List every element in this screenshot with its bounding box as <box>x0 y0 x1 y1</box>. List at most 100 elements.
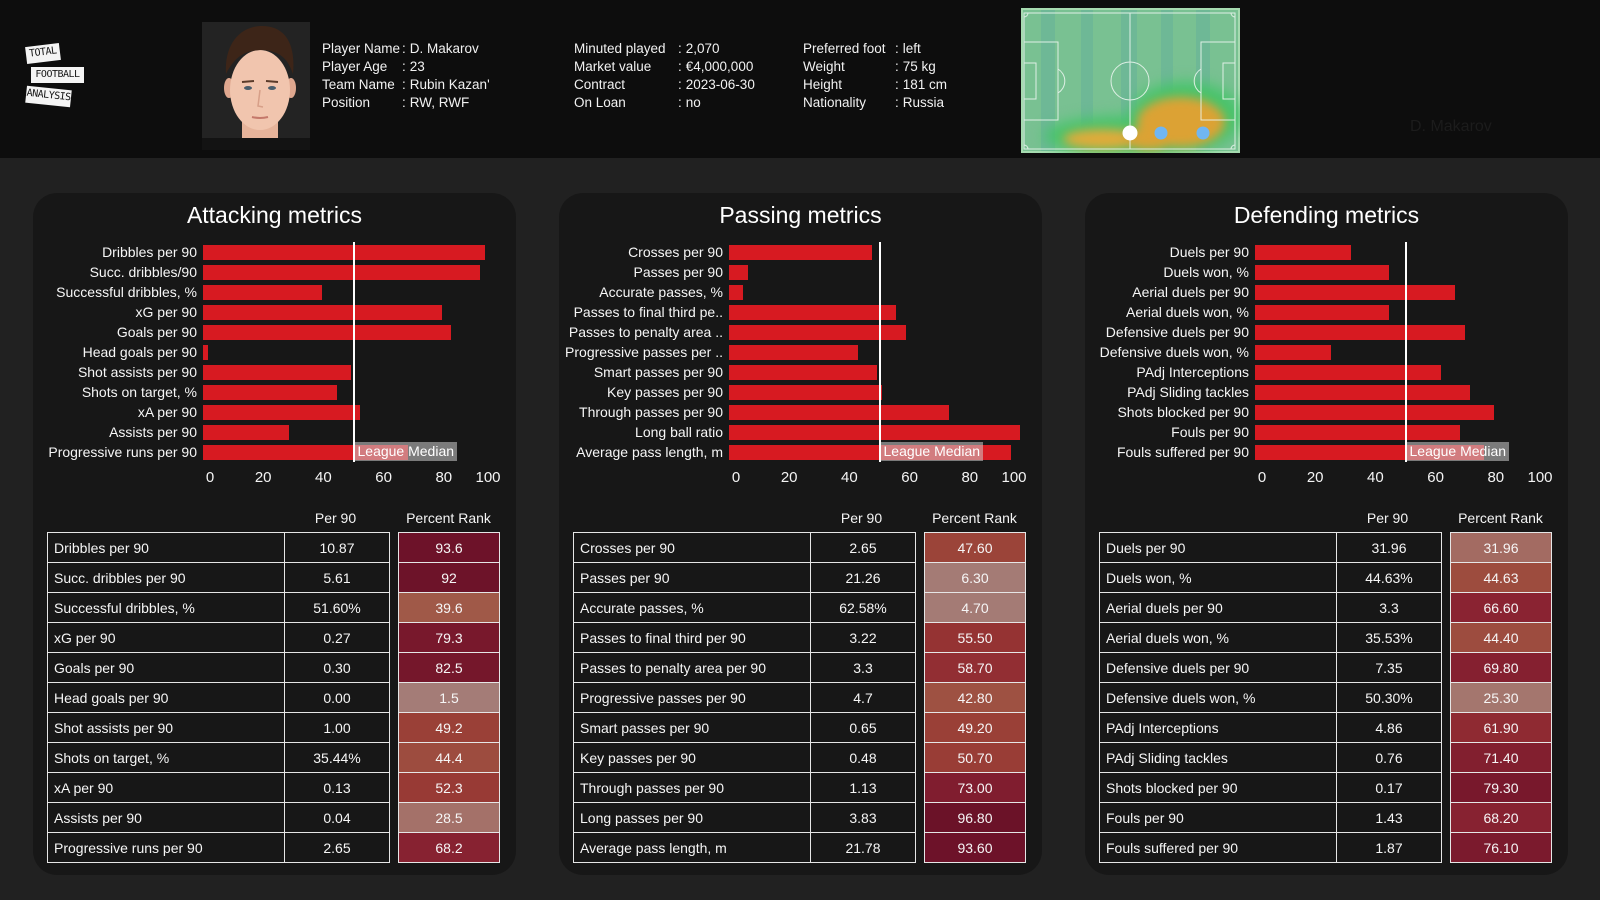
info-column: Minuted played:2,070 Market value: €4,000,… <box>574 40 755 112</box>
info-label: Contract <box>574 77 626 92</box>
metric-name-cell: Aerial duels per 90 <box>1099 592 1337 623</box>
rank-row: 49.20 <box>924 712 1026 743</box>
bar <box>1255 365 1442 380</box>
rank-row: 44.63 <box>1450 562 1552 593</box>
metric-name-cell: Head goals per 90 <box>47 682 285 713</box>
bar-label: Succ. dribbles/90 <box>89 264 197 280</box>
info-row: Preferred foot: left <box>803 40 947 58</box>
info-row: Weight:75 kg <box>803 58 947 76</box>
bar-label: Duels won, % <box>1163 264 1249 280</box>
per90-column-header: Per 90 <box>314 510 357 526</box>
percent-rank-cell: 82.5 <box>398 652 500 683</box>
per90-value-cell: 4.7 <box>810 682 916 713</box>
bar <box>203 325 452 340</box>
per90-column-header: Per 90 <box>1366 510 1409 526</box>
info-label: Minuted played <box>574 41 666 56</box>
table-row: Passes to final third per 90 3.22 <box>573 622 916 653</box>
rank-row: 44.40 <box>1450 622 1552 653</box>
bar <box>729 305 897 320</box>
bar <box>729 265 748 280</box>
bar-label: Progressive runs per 90 <box>48 444 197 460</box>
info-label: Preferred foot <box>803 41 886 56</box>
rank-row: 69.80 <box>1450 652 1552 683</box>
metric-name-cell: Shot assists per 90 <box>47 712 285 743</box>
info-label: On Loan <box>574 95 626 110</box>
table-row: Long passes per 90 3.83 <box>573 802 916 833</box>
bar-label: Shot assists per 90 <box>77 364 197 380</box>
metric-name-cell: Key passes per 90 <box>573 742 811 773</box>
bar <box>1255 385 1470 400</box>
table-row: Aerial duels won, % 35.53% <box>1099 622 1442 653</box>
percent-rank-cell: 49.20 <box>924 712 1026 743</box>
percent-rank-cell: 44.63 <box>1450 562 1552 593</box>
x-tick-label: 0 <box>205 469 215 486</box>
percent-rank-cell: 39.6 <box>398 592 500 623</box>
metric-name-cell: Dribbles per 90 <box>47 532 285 563</box>
bar-label: Aerial duels per 90 <box>1132 284 1249 300</box>
table-row: Progressive passes per 90 4.7 <box>573 682 916 713</box>
bar <box>1255 265 1390 280</box>
league-median-line <box>352 242 355 462</box>
info-label: Player Name <box>322 41 401 56</box>
x-tick-label: 20 <box>254 469 272 486</box>
bar-label: Successful dribbles, % <box>56 284 197 300</box>
table-row: Defensive duels per 90 7.35 <box>1099 652 1442 683</box>
defending-metrics-panel: Defending metrics Duels per 90 Duels won, … <box>1085 193 1568 875</box>
bar-label: Smart passes per 90 <box>593 364 723 380</box>
percent-rank-cell: 93.6 <box>398 532 500 563</box>
bar-label: Head goals per 90 <box>82 344 197 360</box>
percent-rank-cell: 28.5 <box>398 802 500 833</box>
bar-label: Duels per 90 <box>1169 244 1249 260</box>
rank-row: 6.30 <box>924 562 1026 593</box>
percent-rank-cell: 71.40 <box>1450 742 1552 773</box>
percent-rank-table: 47.60 6.30 4.70 55.50 58.70 42.80 49.20 50.70 73… <box>924 532 1026 863</box>
info-label: Weight <box>803 59 845 74</box>
player-photo <box>202 22 310 138</box>
percent-rank-cell: 76.10 <box>1450 832 1552 863</box>
info-column: Player Name: D. Makarov Player Age:23 Team … <box>322 40 490 112</box>
bar-label: Average pass length, m <box>576 444 723 460</box>
percent-rank-column-header: Percent Rank <box>1458 510 1543 526</box>
rank-row: 93.6 <box>398 532 500 563</box>
info-value: Rubin Kazan' <box>409 77 490 92</box>
info-separator: : <box>895 77 899 92</box>
table-row: Passes per 90 21.26 <box>573 562 916 593</box>
rank-row: 4.70 <box>924 592 1026 623</box>
metric-name-cell: Accurate passes, % <box>573 592 811 623</box>
x-tick-label: 80 <box>961 469 979 486</box>
info-separator: : <box>402 59 406 74</box>
info-label: Position <box>322 95 371 110</box>
x-tick-label: 20 <box>780 469 798 486</box>
percent-rank-cell: 44.4 <box>398 742 500 773</box>
percent-rank-cell: 92 <box>398 562 500 593</box>
percent-rank-cell: 6.30 <box>924 562 1026 593</box>
bar-label: Passes to final third pe.. <box>573 304 723 320</box>
percent-rank-cell: 42.80 <box>924 682 1026 713</box>
logo-total: TOTAL <box>25 42 61 65</box>
info-row: Nationality: Russia <box>803 94 947 112</box>
percent-rank-cell: 73.00 <box>924 772 1026 803</box>
percent-rank-cell: 49.2 <box>398 712 500 743</box>
percent-rank-cell: 61.90 <box>1450 712 1552 743</box>
per90-value-cell: 51.60% <box>284 592 390 623</box>
per90-value-cell: 3.3 <box>1336 592 1442 623</box>
per90-value-cell: 0.30 <box>284 652 390 683</box>
bar-label: Accurate passes, % <box>599 284 723 300</box>
rank-row: 82.5 <box>398 652 500 683</box>
per90-value-cell: 35.44% <box>284 742 390 773</box>
per90-value-cell: 1.00 <box>284 712 390 743</box>
x-tick-label: 100 <box>475 469 501 486</box>
x-tick-label: 0 <box>731 469 741 486</box>
metric-name-cell: Progressive passes per 90 <box>573 682 811 713</box>
percent-rank-cell: 55.50 <box>924 622 1026 653</box>
table-row: Goals per 90 0.30 <box>47 652 390 683</box>
x-tick-label: 60 <box>901 469 918 486</box>
info-label: Team Name <box>322 77 395 92</box>
percent-rank-cell: 96.80 <box>924 802 1026 833</box>
panel-title: Defending metrics <box>1233 202 1420 228</box>
per90-value-cell: 7.35 <box>1336 652 1442 683</box>
percent-rank-cell: 31.96 <box>1450 532 1552 563</box>
bar-label: Dribbles per 90 <box>102 244 197 260</box>
per90-value-cell: 1.43 <box>1336 802 1442 833</box>
metric-name-cell: Passes per 90 <box>573 562 811 593</box>
